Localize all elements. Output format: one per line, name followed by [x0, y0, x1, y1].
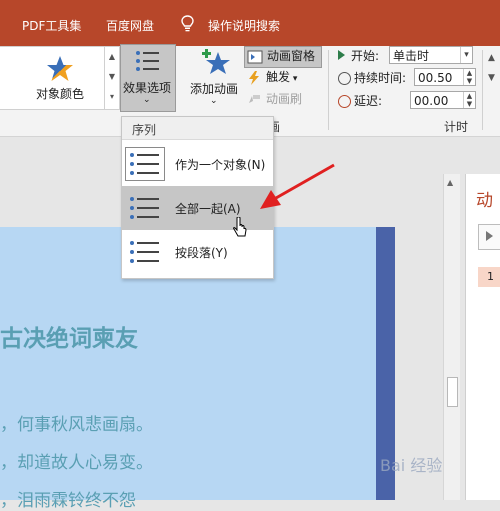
lightning-icon	[249, 70, 259, 85]
gallery-scroll[interactable]: ▲ ▼ ▾	[104, 46, 120, 110]
lightbulb-icon	[181, 15, 194, 32]
object-color-label: 对象颜色	[36, 87, 85, 101]
ribbon-separator	[328, 50, 329, 130]
start-row: 开始:	[338, 47, 379, 64]
slide-line[interactable]: ，泪雨霖铃终不怨	[0, 486, 136, 511]
painter-icon	[249, 94, 260, 103]
all-at-once-icon	[125, 191, 165, 225]
star-icon	[47, 56, 73, 81]
as-one-object-icon	[125, 147, 165, 181]
menu-header: 序列	[122, 117, 273, 140]
effect-options-icon	[136, 51, 159, 71]
scroll-down-icon[interactable]: ▼	[105, 67, 119, 87]
animation-pane-title: 动	[476, 191, 493, 211]
animation-painter-button[interactable]: 动画刷	[244, 90, 302, 110]
spinner-icon[interactable]: ▲ ▼	[463, 69, 475, 85]
watermark: Bai 经验	[380, 456, 443, 475]
animation-pane-label: 动画窗格	[267, 49, 316, 63]
duration-row: 持续时间:	[338, 69, 406, 86]
vertical-scrollbar[interactable]: ▲	[443, 174, 460, 500]
delay-row: 延迟:	[338, 92, 382, 109]
group-label-timing: 计时	[444, 120, 469, 134]
delay-value: 00.00	[414, 94, 449, 108]
tab-pdf-tools[interactable]: PDF工具集	[22, 17, 81, 34]
animation-pane-icon	[247, 50, 263, 63]
slide-line[interactable]: ，何事秋风悲画扇。	[0, 410, 153, 435]
menu-header-label: 序列	[132, 123, 157, 137]
menu-item-label: 作为一个对象(N)	[175, 158, 266, 172]
scroll-up-icon[interactable]: ▲	[447, 178, 453, 187]
effect-options-menu: 序列 作为一个对象(N) 全部一起(A) 按段落(Y)	[121, 116, 274, 279]
scroll-thumb[interactable]	[447, 377, 458, 407]
ribbon-reorder-icons[interactable]: ▲ ▼	[488, 48, 496, 108]
duration-value: 00.50	[418, 71, 453, 85]
spinner-icon[interactable]: ▲ ▼	[463, 92, 475, 108]
start-select[interactable]: 单击时 ▾	[389, 46, 473, 64]
chevron-down-icon[interactable]: ▾	[460, 47, 472, 63]
menu-item-all-at-once[interactable]: 全部一起(A)	[122, 186, 273, 230]
gallery-more-icon[interactable]: ▾	[105, 87, 119, 107]
trigger-button[interactable]: 触发 ▾	[244, 68, 297, 88]
tab-baidu-netdisk[interactable]: 百度网盘	[106, 17, 154, 34]
duration-input[interactable]: 00.50 ▲ ▼	[414, 68, 476, 86]
title-bar: PDF工具集 百度网盘 操作说明搜索	[0, 0, 500, 46]
trigger-label: 触发	[266, 70, 291, 84]
add-animation-label: 添加动画	[190, 82, 239, 96]
effect-options-label: 效果选项	[123, 81, 172, 95]
start-label: 开始:	[351, 49, 380, 63]
ribbon-separator	[482, 50, 483, 130]
duration-label: 持续时间:	[354, 71, 407, 85]
effect-options-button[interactable]: 效果选项 ⌄	[120, 44, 176, 112]
start-value: 单击时	[393, 49, 430, 63]
play-icon	[338, 50, 345, 60]
menu-item-label: 按段落(Y)	[175, 246, 228, 260]
scroll-up-icon[interactable]: ▲	[105, 47, 119, 67]
tell-me-search[interactable]: 操作说明搜索	[208, 17, 280, 34]
menu-item-label: 全部一起(A)	[175, 202, 241, 216]
chevron-down-icon: ⌄	[143, 95, 151, 105]
clock-icon	[338, 72, 351, 85]
delay-label: 延迟:	[354, 94, 383, 108]
animation-gallery[interactable]: 对象颜色	[0, 46, 105, 110]
add-animation-button[interactable]: 添加动画 ⌄	[188, 46, 242, 112]
mouse-cursor-icon	[233, 217, 247, 237]
menu-item-by-paragraph[interactable]: 按段落(Y)	[122, 230, 273, 274]
by-paragraph-icon	[130, 241, 159, 263]
slide-title[interactable]: 古决绝词柬友	[0, 319, 138, 353]
delay-clock-icon	[338, 95, 351, 108]
add-animation-icon	[202, 49, 230, 74]
menu-item-as-one-object[interactable]: 作为一个对象(N)	[122, 142, 273, 186]
animation-painter-label: 动画刷	[266, 92, 303, 106]
animation-pane-button[interactable]: 动画窗格	[244, 46, 322, 68]
delay-input[interactable]: 00.00 ▲ ▼	[410, 91, 476, 109]
play-button[interactable]	[478, 224, 500, 250]
slide-line[interactable]: ，却道故人心易变。	[0, 448, 153, 473]
animation-list-item[interactable]: 1	[478, 267, 500, 287]
chevron-down-icon: ⌄	[210, 96, 218, 106]
animation-pane: 动 1	[465, 174, 500, 500]
